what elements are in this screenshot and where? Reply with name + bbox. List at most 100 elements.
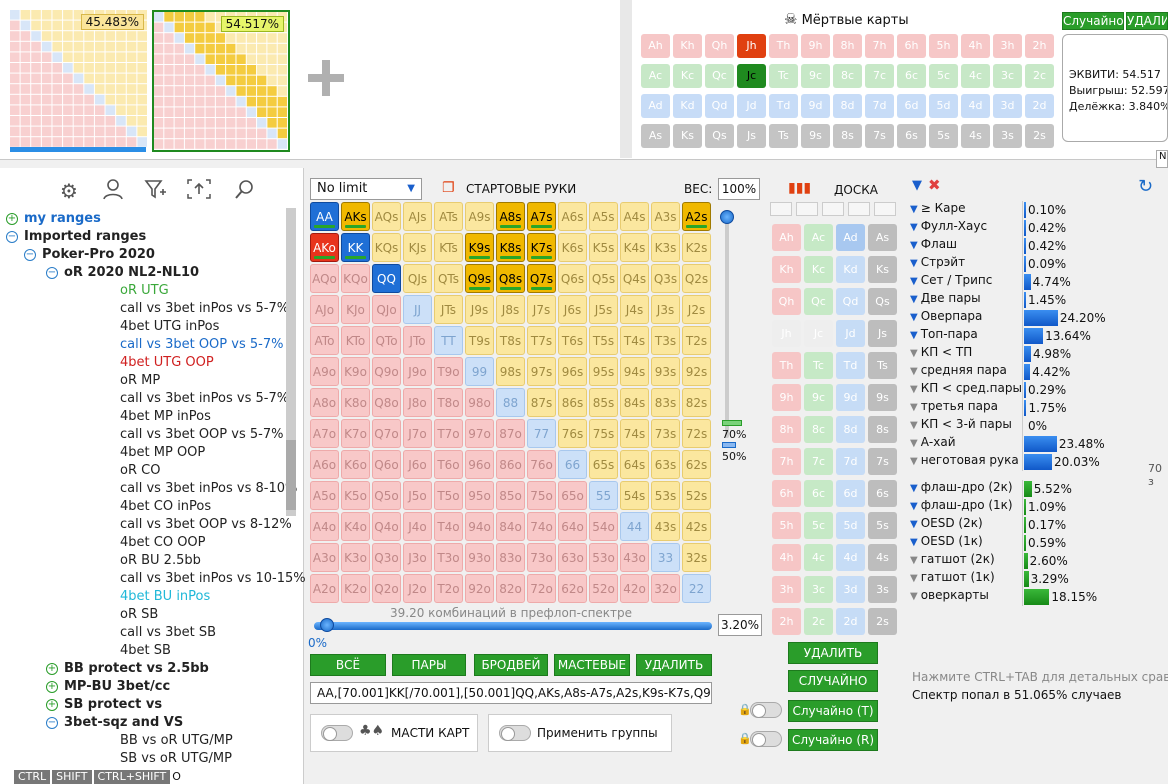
hand-cell-T5s[interactable]: T5s (589, 326, 618, 355)
hand-cell-86s[interactable]: 86s (558, 388, 587, 417)
range-thumbnail-2[interactable]: 54.517% (152, 10, 290, 152)
board-card-8d[interactable]: 8d (836, 416, 865, 443)
hand-cell-J5s[interactable]: J5s (589, 295, 618, 324)
filter-icon[interactable]: ▼ (910, 537, 918, 548)
hand-cell-43o[interactable]: 43o (620, 543, 649, 572)
filter-icon[interactable]: ▼ (910, 348, 918, 359)
dead-card-2s[interactable]: 2s (1025, 124, 1054, 148)
board-card-4c[interactable]: 4c (804, 544, 833, 571)
random-turn-button[interactable]: Случайно (T) (788, 700, 878, 722)
hand-cell-K2s[interactable]: K2s (682, 233, 711, 262)
hand-cell-Q7s[interactable]: Q7s (527, 264, 556, 293)
hand-cell-T2o[interactable]: T2o (434, 574, 463, 603)
clear-range-button[interactable]: УДАЛИТЬ (636, 654, 712, 676)
board-card-Qc[interactable]: Qc (804, 288, 833, 315)
hand-cell-J7o[interactable]: J7o (403, 419, 432, 448)
board-card-Tc[interactable]: Tc (804, 352, 833, 379)
dead-card-8h[interactable]: 8h (833, 34, 862, 58)
dead-card-Jh[interactable]: Jh (737, 34, 766, 58)
user-icon[interactable] (100, 178, 126, 204)
hand-cell-K9s[interactable]: K9s (465, 233, 494, 262)
hand-cell-85o[interactable]: 85o (496, 481, 525, 510)
random-button[interactable]: Случайно (1062, 12, 1124, 30)
stat-row[interactable]: ▼ КП < 3-й пары (910, 417, 1012, 435)
hand-cell-T2s[interactable]: T2s (682, 326, 711, 355)
board-card-3s[interactable]: 3s (868, 576, 897, 603)
stat-row[interactable]: ▼ Флаш (910, 237, 957, 255)
stat-row[interactable]: ▼ флаш-дро (1к) (910, 498, 1013, 516)
hand-cell-55[interactable]: 55 (589, 481, 618, 510)
board-card-8h[interactable]: 8h (772, 416, 801, 443)
hand-cell-K4o[interactable]: K4o (341, 512, 370, 541)
board-card-7d[interactable]: 7d (836, 448, 865, 475)
dead-card-3h[interactable]: 3h (993, 34, 1022, 58)
hand-cell-87s[interactable]: 87s (527, 388, 556, 417)
board-card-9s[interactable]: 9s (868, 384, 897, 411)
hand-cell-53s[interactable]: 53s (651, 481, 680, 510)
board-card-Ac[interactable]: Ac (804, 224, 833, 251)
hand-cell-T3s[interactable]: T3s (651, 326, 680, 355)
hand-cell-52o[interactable]: 52o (589, 574, 618, 603)
hand-cell-A7o[interactable]: A7o (310, 419, 339, 448)
dead-card-8s[interactable]: 8s (833, 124, 862, 148)
hand-cell-K3s[interactable]: K3s (651, 233, 680, 262)
dead-card-3s[interactable]: 3s (993, 124, 1022, 148)
dead-card-Ac[interactable]: Ac (641, 64, 670, 88)
dead-card-Jc[interactable]: Jc (737, 64, 766, 88)
stat-row[interactable]: ▼ OESD (1к) (910, 534, 983, 552)
hand-cell-QTo[interactable]: QTo (372, 326, 401, 355)
hand-cell-J9s[interactable]: J9s (465, 295, 494, 324)
hand-cell-Q4o[interactable]: Q4o (372, 512, 401, 541)
hand-cell-T9s[interactable]: T9s (465, 326, 494, 355)
dead-card-Ad[interactable]: Ad (641, 94, 670, 118)
filter-icon[interactable]: ▼ (910, 276, 918, 287)
collapse-icon[interactable]: − (46, 717, 58, 729)
hand-cell-76s[interactable]: 76s (558, 419, 587, 448)
hand-cell-A2o[interactable]: A2o (310, 574, 339, 603)
dead-card-Th[interactable]: Th (769, 34, 798, 58)
hand-cell-KTs[interactable]: KTs (434, 233, 463, 262)
hand-cell-A7s[interactable]: A7s (527, 202, 556, 231)
hand-cell-A9s[interactable]: A9s (465, 202, 494, 231)
hand-cell-86o[interactable]: 86o (496, 450, 525, 479)
stat-row[interactable]: ▼ третья пара (910, 399, 998, 417)
board-card-Td[interactable]: Td (836, 352, 865, 379)
hand-cell-94o[interactable]: 94o (465, 512, 494, 541)
hand-cell-93o[interactable]: 93o (465, 543, 494, 572)
hand-cell-T9o[interactable]: T9o (434, 357, 463, 386)
broadway-button[interactable]: БРОДВЕЙ (474, 654, 548, 676)
dead-card-Js[interactable]: Js (737, 124, 766, 148)
hand-cell-75o[interactable]: 75o (527, 481, 556, 510)
hand-cell-Q9s[interactable]: Q9s (465, 264, 494, 293)
board-card-4d[interactable]: 4d (836, 544, 865, 571)
tree-scroll-thumb[interactable] (286, 440, 296, 510)
dead-card-2d[interactable]: 2d (1025, 94, 1054, 118)
dead-card-2h[interactable]: 2h (1025, 34, 1054, 58)
hand-cell-K9o[interactable]: K9o (341, 357, 370, 386)
select-all-button[interactable]: ВСЁ (310, 654, 386, 676)
hand-cell-97o[interactable]: 97o (465, 419, 494, 448)
range-text-input[interactable]: AA,[70.001]KK[/70.001],[50.001]QQ,AKs,A8… (310, 682, 712, 704)
board-card-6c[interactable]: 6c (804, 480, 833, 507)
board-slot[interactable] (848, 202, 870, 216)
hand-cell-75s[interactable]: 75s (589, 419, 618, 448)
dead-card-Jd[interactable]: Jd (737, 94, 766, 118)
collapse-icon[interactable]: − (46, 267, 58, 279)
board-slot[interactable] (770, 202, 792, 216)
expand-icon[interactable]: + (6, 213, 18, 225)
hand-cell-22[interactable]: 22 (682, 574, 711, 603)
board-card-Ad[interactable]: Ad (836, 224, 865, 251)
hand-cell-T6o[interactable]: T6o (434, 450, 463, 479)
board-card-5d[interactable]: 5d (836, 512, 865, 539)
hand-cell-A3o[interactable]: A3o (310, 543, 339, 572)
board-slot[interactable] (874, 202, 896, 216)
filter-icon[interactable]: ▼ (910, 573, 918, 584)
hand-cell-95o[interactable]: 95o (465, 481, 494, 510)
hand-cell-K3o[interactable]: K3o (341, 543, 370, 572)
stat-row[interactable]: ▼ Две пары (910, 291, 981, 309)
hand-cell-54s[interactable]: 54s (620, 481, 649, 510)
board-card-Js[interactable]: Js (868, 320, 897, 347)
hand-cell-54o[interactable]: 54o (589, 512, 618, 541)
stat-row[interactable]: ▼ КП < сред.пары (910, 381, 1022, 399)
stat-row[interactable]: ▼ неготовая рука (910, 453, 1019, 471)
